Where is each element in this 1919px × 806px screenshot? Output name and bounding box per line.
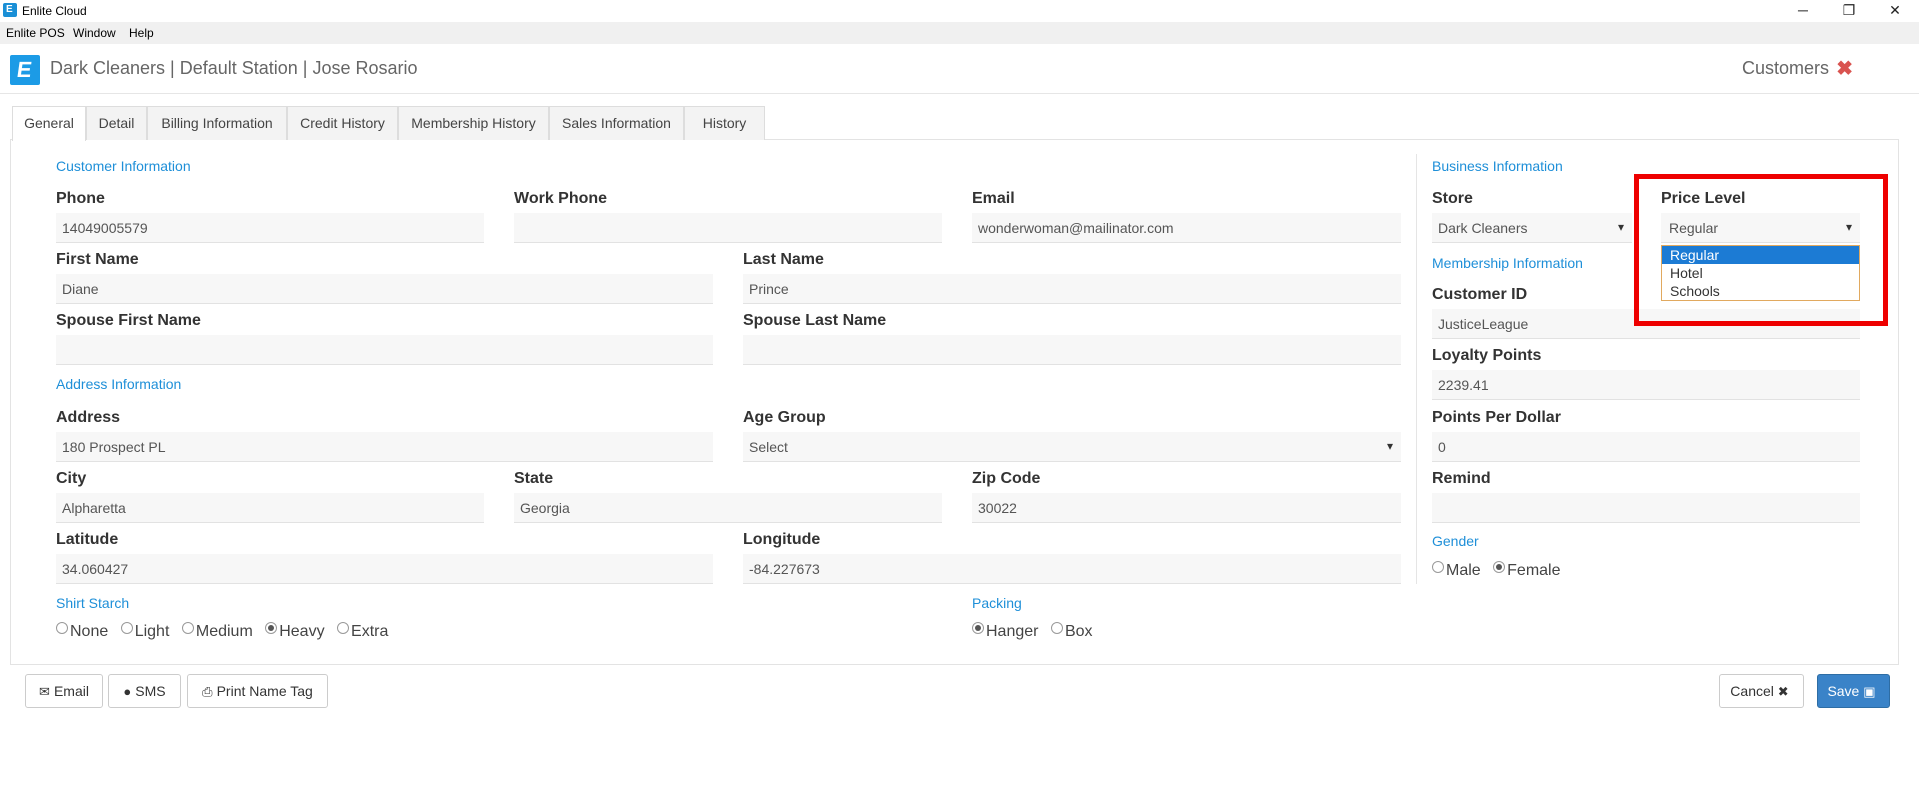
zip-code-label: Zip Code (972, 470, 1041, 487)
header-title: Dark Cleaners | Default Station | Jose R… (50, 58, 418, 78)
radio-icon (1432, 561, 1444, 573)
window-titlebar: Enlite Cloud ─ ❐ ✕ (0, 0, 1919, 22)
close-icon[interactable]: ✖ (1836, 56, 1853, 81)
store-label: Store (1432, 190, 1473, 207)
tab-sales-information[interactable]: Sales Information (549, 106, 684, 140)
starch-medium-option[interactable]: Medium (181, 622, 253, 640)
print-name-tag-button[interactable]: ⎙ Print Name Tag (187, 674, 328, 708)
first-name-field[interactable]: Diane (56, 274, 713, 304)
radio-icon (181, 622, 194, 634)
radio-icon (1050, 622, 1063, 634)
printer-icon: ⎙ (202, 684, 213, 699)
address-info-heading: Address Information (56, 376, 182, 392)
city-field[interactable]: Alpharetta (56, 493, 484, 523)
longitude-label: Longitude (743, 531, 821, 548)
radio-icon (337, 622, 350, 634)
enlite-logo (10, 55, 40, 85)
app-header: Dark Cleaners | Default Station | Jose R… (0, 44, 1919, 94)
menu-help[interactable]: Help (129, 26, 154, 40)
floppy-disk-icon: ▣ (1863, 684, 1876, 699)
gender-options: Male Female (1432, 561, 1569, 580)
spouse-last-name-field[interactable] (743, 335, 1401, 365)
tab-detail[interactable]: Detail (86, 106, 147, 140)
phone-label: Phone (56, 190, 105, 207)
age-group-select[interactable]: Select (743, 432, 1401, 462)
window-close-button[interactable]: ✕ (1872, 0, 1918, 22)
packing-box-option[interactable]: Box (1050, 622, 1093, 640)
longitude-field[interactable]: -84.227673 (743, 554, 1401, 584)
age-group-label: Age Group (743, 409, 826, 426)
restore-button[interactable]: ❐ (1826, 0, 1872, 22)
remind-field[interactable] (1432, 493, 1860, 523)
packing-hanger-option[interactable]: Hanger (972, 622, 1038, 640)
tab-credit-history[interactable]: Credit History (287, 106, 398, 140)
latitude-field[interactable]: 34.060427 (56, 554, 713, 584)
tab-history[interactable]: History (684, 106, 765, 140)
packing-heading: Packing (972, 595, 1022, 611)
spouse-first-name-label: Spouse First Name (56, 312, 201, 329)
starch-extra-option[interactable]: Extra (337, 622, 388, 640)
latitude-label: Latitude (56, 531, 119, 548)
phone-field[interactable]: 14049005579 (56, 213, 484, 243)
state-label: State (514, 470, 554, 487)
work-phone-field[interactable] (514, 213, 942, 243)
tab-general[interactable]: General (12, 106, 86, 141)
state-field[interactable]: Georgia (514, 493, 942, 523)
last-name-field[interactable]: Prince (743, 274, 1401, 304)
save-button[interactable]: Save ▣ (1817, 674, 1890, 708)
email-button[interactable]: ✉ Email (25, 674, 103, 708)
highlight-box (1634, 174, 1888, 326)
remind-label: Remind (1432, 470, 1491, 487)
first-name-label: First Name (56, 251, 139, 268)
menu-bar: Enlite POS Window Help (0, 22, 1919, 44)
shirt-starch-heading: Shirt Starch (56, 595, 130, 611)
radio-selected-icon (265, 622, 278, 634)
envelope-icon: ✉ (39, 684, 50, 699)
tab-billing-information[interactable]: Billing Information (147, 106, 287, 140)
email-label: Email (972, 190, 1015, 207)
starch-light-option[interactable]: Light (120, 622, 169, 640)
points-per-dollar-field[interactable]: 0 (1432, 432, 1860, 462)
spouse-last-name-label: Spouse Last Name (743, 312, 887, 329)
last-name-label: Last Name (743, 251, 824, 268)
store-select[interactable]: Dark Cleaners (1432, 213, 1632, 243)
loyalty-points-field[interactable]: 2239.41 (1432, 370, 1860, 400)
starch-none-option[interactable]: None (56, 622, 108, 640)
spouse-first-name-field[interactable] (56, 335, 713, 365)
cancel-button[interactable]: Cancel ✖ (1719, 674, 1804, 708)
radio-icon (120, 622, 133, 634)
loyalty-points-label: Loyalty Points (1432, 347, 1542, 364)
membership-info-heading: Membership Information (1432, 255, 1583, 271)
customer-info-heading: Customer Information (56, 158, 191, 174)
city-label: City (56, 470, 87, 487)
starch-heavy-option[interactable]: Heavy (265, 622, 325, 640)
gender-female-option[interactable]: Female (1493, 561, 1561, 579)
close-icon: ✖ (1777, 684, 1789, 699)
address-label: Address (56, 409, 121, 426)
work-phone-label: Work Phone (514, 190, 608, 207)
radio-selected-icon (972, 622, 984, 634)
tab-membership-history[interactable]: Membership History (398, 106, 549, 140)
chat-bubble-icon: ● (123, 684, 132, 699)
business-info-heading: Business Information (1432, 158, 1563, 174)
header-section-title: Customers (1741, 58, 1829, 78)
radio-icon (56, 622, 68, 634)
minimize-button[interactable]: ─ (1780, 0, 1826, 22)
gender-male-option[interactable]: Male (1432, 561, 1481, 579)
menu-enlite-pos[interactable]: Enlite POS (6, 26, 65, 40)
packing-options: Hanger Box (972, 622, 1101, 641)
menu-window[interactable]: Window (73, 26, 116, 40)
shirt-starch-options: None Light Medium Heavy Extra (56, 622, 396, 641)
gender-heading: Gender (1432, 533, 1479, 549)
customer-id-label: Customer ID (1432, 286, 1528, 303)
zip-code-field[interactable]: 30022 (972, 493, 1401, 523)
sms-button[interactable]: ● SMS (108, 674, 181, 708)
points-per-dollar-label: Points Per Dollar (1432, 409, 1561, 426)
app-icon (3, 3, 17, 17)
address-field[interactable]: 180 Prospect PL (56, 432, 713, 462)
email-field[interactable]: wonderwoman@mailinator.com (972, 213, 1401, 243)
radio-selected-icon (1493, 561, 1506, 573)
window-title: Enlite Cloud (22, 4, 87, 18)
column-divider (1416, 154, 1417, 584)
